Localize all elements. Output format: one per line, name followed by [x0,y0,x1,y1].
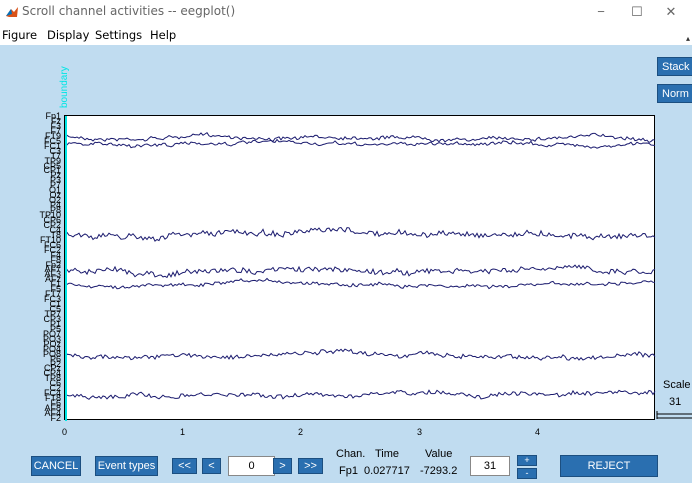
minimize-button[interactable]: − [586,2,616,22]
time-readout: 0.027717 [364,465,410,477]
menu-bar: Figure Display Settings Help ▴ [0,26,692,44]
chan-header: Chan. [336,448,366,460]
maximize-button[interactable]: ☐ [622,2,652,22]
first-page-button[interactable]: << [172,458,197,474]
event-types-button[interactable]: Event types [95,456,158,476]
title-bar: Scroll channel activities -- eegplot() −… [0,0,692,24]
last-page-button[interactable]: >> [298,458,323,474]
scale-decrease-button[interactable]: - [517,468,537,479]
x-tick-2: 2 [298,427,304,437]
channel-label: F2 [50,413,61,423]
scale-bar [656,411,692,419]
x-tick-3: 3 [417,427,423,437]
eeg-plot-area[interactable] [64,115,656,421]
next-page-button[interactable]: > [273,458,292,474]
scale-value: 31 [669,396,682,408]
value-header: Value [425,448,453,460]
boundary-text: boundary [59,66,70,108]
menu-figure[interactable]: Figure [2,28,37,42]
eeg-trace [65,226,656,242]
time-header: Time [375,448,400,460]
x-tick-1: 1 [180,427,186,437]
x-tick-4: 4 [535,427,541,437]
eeg-trace [65,132,656,144]
menu-display[interactable]: Display [47,28,89,42]
scale-input[interactable]: 31 [470,456,510,476]
chan-readout: Fp1 [339,465,358,477]
cancel-button[interactable]: CANCEL [31,456,81,476]
reject-button[interactable]: REJECT [560,455,658,477]
value-readout: -7293.2 [420,465,458,477]
eeg-trace [65,138,656,149]
norm-button[interactable]: Norm [657,84,692,103]
matlab-logo-icon [5,5,19,19]
menu-settings[interactable]: Settings [95,28,142,42]
eeg-trace [65,264,656,279]
menu-help[interactable]: Help [150,28,176,42]
scale-increase-button[interactable]: + [517,455,537,466]
boundary-event-label: boundary [59,66,70,108]
window-title: Scroll channel activities -- eegplot() [22,4,236,18]
prev-page-button[interactable]: < [202,458,221,474]
x-tick-0: 0 [62,427,68,437]
eeg-trace [65,389,656,400]
time-input[interactable]: 0 [228,456,275,476]
close-button[interactable]: ✕ [656,2,686,22]
eeg-traces [65,116,656,421]
eeg-trace [65,277,656,290]
eeg-trace [65,348,656,361]
scale-label: Scale [663,379,691,391]
stack-button[interactable]: Stack [657,57,692,76]
toolbar-toggle-icon[interactable]: ▴ [686,34,690,43]
